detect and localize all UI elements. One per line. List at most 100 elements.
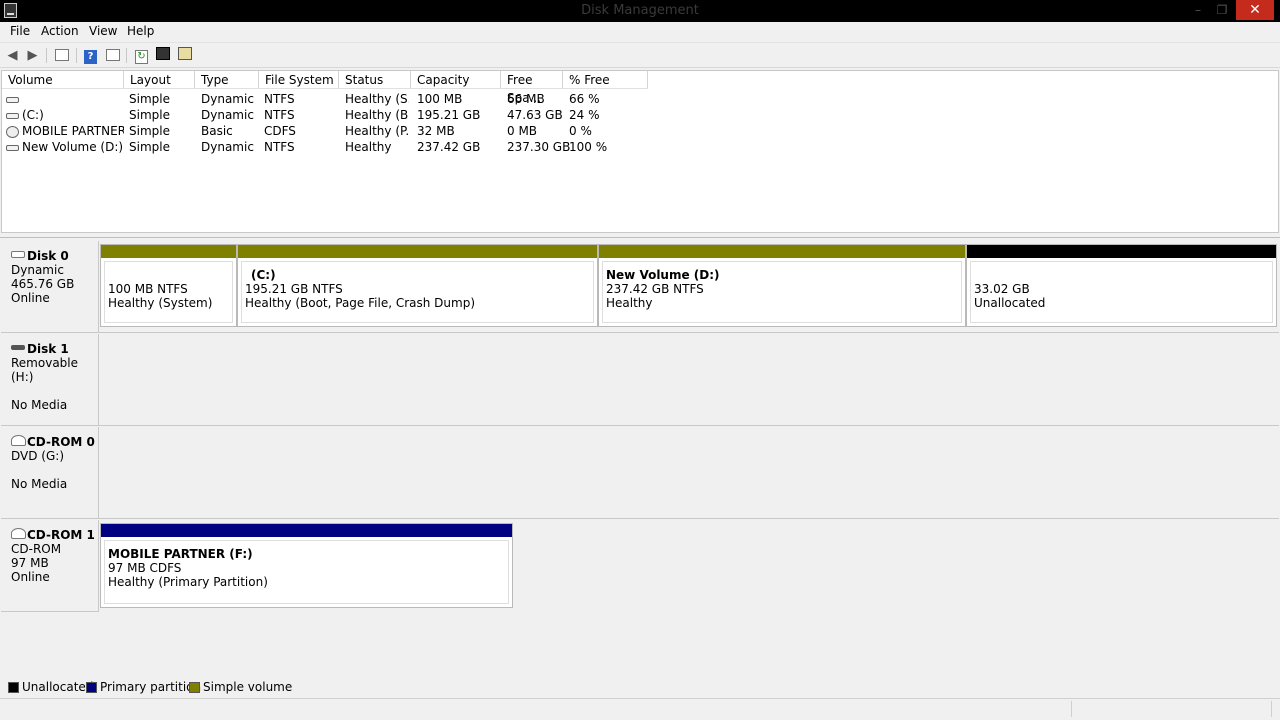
volume-row[interactable]: (C:) Simple Dynamic NTFS Healthy (B... 1…: [2, 107, 1278, 123]
disk-status: No Media: [11, 398, 68, 412]
disk-row-cd-rom-1: CD-ROM 1 CD-ROM 97 MB Online MOBILE PART…: [2, 520, 1280, 612]
rescan-disks-icon[interactable]: [176, 47, 193, 64]
show-hide-console-tree-icon[interactable]: [53, 47, 70, 64]
column-header-file-system[interactable]: File System: [259, 71, 339, 89]
status-cell: Healthy (S...: [345, 92, 409, 106]
volume-row[interactable]: New Volume (D:) Simple Dynamic NTFS Heal…: [2, 139, 1278, 155]
status-bar-segment: [1072, 701, 1272, 717]
partition-size: 33.02 GB: [974, 282, 1030, 296]
volume-icon: [6, 96, 19, 103]
free-space-cell: 0 MB: [507, 124, 538, 138]
capacity-cell: 100 MB: [417, 92, 463, 106]
type-cell: Dynamic: [201, 108, 254, 122]
legend: Unallocated Primary partition Simple vol…: [0, 678, 1280, 696]
row-separator: [1, 332, 1279, 333]
show-hide-action-pane-icon[interactable]: [104, 47, 121, 64]
disk-status: No Media: [11, 477, 68, 491]
maximize-button[interactable]: ❐: [1210, 0, 1234, 20]
minimize-button[interactable]: –: [1186, 0, 1210, 20]
partition-status: Healthy: [606, 296, 653, 310]
legend-swatch-simple-volume: [189, 682, 200, 693]
partition-size: 237.42 GB NTFS: [606, 282, 704, 296]
disk-size: 97 MB: [11, 556, 49, 570]
cd-volume-icon: [6, 125, 19, 138]
partition-status: Healthy (Boot, Page File, Crash Dump): [245, 296, 475, 310]
disk-size: [11, 463, 98, 477]
partition-type-bar: [238, 245, 597, 258]
properties-icon[interactable]: [154, 47, 171, 64]
refresh-icon[interactable]: ↻: [133, 47, 150, 64]
column-header-layout[interactable]: Layout: [124, 71, 195, 89]
hard-disk-icon: [11, 251, 25, 258]
status-cell: Healthy (P...: [345, 124, 409, 138]
partition-name: (C:): [251, 268, 276, 282]
volume-row[interactable]: MOBILE PARTNER... Simple Basic CDFS Heal…: [2, 123, 1278, 139]
status-cell: Healthy: [345, 140, 392, 154]
partition-details: New Volume (D:) 237.42 GB NTFS Healthy: [602, 261, 962, 323]
title-bar: Disk Management – ❐ ✕: [0, 0, 1280, 22]
disk-type: CD-ROM: [11, 542, 62, 556]
cd-rom-drive-icon: [11, 435, 26, 446]
disk-row-disk-1: Disk 1 Removable (H:) No Media: [2, 334, 1280, 426]
close-button[interactable]: ✕: [1236, 0, 1274, 20]
volume-list[interactable]: Volume Layout Type File System Status Ca…: [1, 70, 1279, 233]
partition-d[interactable]: New Volume (D:) 237.42 GB NTFS Healthy: [598, 244, 966, 327]
partition-unallocated[interactable]: 33.02 GB Unallocated: [966, 244, 1277, 327]
disk-size: 465.76 GB: [11, 277, 75, 291]
cd-rom-drive-icon: [11, 528, 26, 539]
window-title: Disk Management: [581, 3, 699, 18]
percent-free-cell: 0 %: [569, 124, 592, 138]
column-header-status[interactable]: Status: [339, 71, 411, 89]
column-header-volume[interactable]: Volume: [2, 71, 124, 89]
disk-label-disk-0[interactable]: Disk 0 Dynamic 465.76 GB Online: [2, 241, 99, 333]
forward-icon[interactable]: ▶: [24, 47, 41, 64]
column-header-percent-free[interactable]: % Free: [563, 71, 648, 89]
column-header-capacity[interactable]: Capacity: [411, 71, 501, 89]
partition-size: 195.21 GB NTFS: [245, 282, 343, 296]
partition-name: New Volume (D:): [606, 268, 720, 282]
type-cell: Basic: [201, 124, 233, 138]
partition-status: Healthy (Primary Partition): [108, 575, 268, 589]
capacity-cell: 195.21 GB: [417, 108, 481, 122]
layout-cell: Simple: [129, 140, 170, 154]
free-space-cell: 237.30 GB: [507, 140, 571, 154]
disk-name: Disk 0: [27, 249, 69, 263]
toolbar-separator: [76, 48, 77, 63]
file-system-cell: CDFS: [264, 124, 296, 138]
legend-label-primary-partition: Primary partition: [100, 680, 202, 694]
menu-file[interactable]: File: [10, 24, 30, 38]
disk-label-disk-1[interactable]: Disk 1 Removable (H:) No Media: [2, 334, 99, 426]
partition-name: MOBILE PARTNER (F:): [108, 547, 253, 561]
partition-mobile-partner[interactable]: MOBILE PARTNER (F:) 97 MB CDFS Healthy (…: [100, 523, 513, 608]
partition-type-bar: [967, 245, 1276, 258]
disk-row-disk-0: Disk 0 Dynamic 465.76 GB Online 100 MB N…: [2, 241, 1280, 333]
toolbar-separator: [126, 48, 127, 63]
column-header-free-space[interactable]: Free Spa...: [501, 71, 563, 105]
menu-view[interactable]: View: [89, 24, 117, 38]
layout-cell: Simple: [129, 124, 170, 138]
layout-cell: Simple: [129, 108, 170, 122]
disk-label-cd-rom-1[interactable]: CD-ROM 1 CD-ROM 97 MB Online: [2, 520, 99, 612]
partition-size: 100 MB NTFS: [108, 282, 188, 296]
menu-action[interactable]: Action: [41, 24, 79, 38]
legend-swatch-unallocated: [8, 682, 19, 693]
menu-bar: File Action View Help: [0, 22, 1280, 42]
help-icon[interactable]: ?: [82, 47, 99, 64]
partition-system-reserved[interactable]: 100 MB NTFS Healthy (System): [100, 244, 237, 327]
back-icon[interactable]: ◀: [4, 47, 21, 64]
percent-free-cell: 24 %: [569, 108, 600, 122]
volume-icon: [6, 112, 19, 119]
disk-label-cd-rom-0[interactable]: CD-ROM 0 DVD (G:) No Media: [2, 427, 99, 519]
partition-c[interactable]: (C:) 195.21 GB NTFS Healthy (Boot, Page …: [237, 244, 598, 327]
disk-type: DVD (G:): [11, 449, 64, 463]
capacity-cell: 32 MB: [417, 124, 455, 138]
menu-help[interactable]: Help: [127, 24, 154, 38]
removable-disk-icon: [11, 345, 25, 350]
column-header-type[interactable]: Type: [195, 71, 259, 89]
file-system-cell: NTFS: [264, 140, 295, 154]
disk-type: Dynamic: [11, 263, 64, 277]
volume-row[interactable]: Simple Dynamic NTFS Healthy (S... 100 MB…: [2, 91, 1278, 107]
disk-status: Online: [11, 570, 50, 584]
capacity-cell: 237.42 GB: [417, 140, 481, 154]
legend-label-unallocated: Unallocated: [22, 680, 94, 694]
